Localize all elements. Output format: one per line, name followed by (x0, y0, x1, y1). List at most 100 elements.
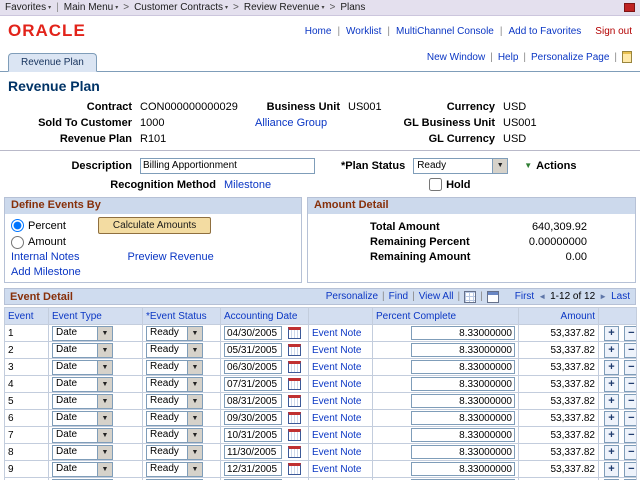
delete-row-button[interactable]: − (624, 394, 637, 409)
event-type-select[interactable]: Date ▼ (52, 428, 113, 443)
event-type-select[interactable]: Date ▼ (52, 462, 113, 477)
delete-row-button[interactable]: − (624, 411, 637, 426)
new-window-link[interactable]: New Window (427, 52, 485, 63)
zoom-grid-icon[interactable] (487, 291, 499, 303)
percent-complete-input[interactable] (411, 411, 515, 425)
calculate-amounts-button[interactable]: Calculate Amounts (98, 217, 211, 234)
accounting-date-input[interactable] (224, 445, 282, 459)
add-row-button[interactable]: + (604, 343, 619, 358)
add-row-button[interactable]: + (604, 394, 619, 409)
view-all-link[interactable]: View All (419, 291, 454, 302)
delete-row-button[interactable]: − (624, 428, 637, 443)
event-status-select[interactable]: Ready ▼ (146, 343, 203, 358)
event-note-link[interactable]: Event Note (312, 413, 361, 424)
tab-revenue-plan[interactable]: Revenue Plan (8, 53, 97, 72)
nav-home-link[interactable]: Home (305, 26, 332, 37)
column-accounting-date[interactable]: Accounting Date (221, 308, 309, 325)
calendar-icon[interactable] (288, 446, 301, 458)
add-milestone-link[interactable]: Add Milestone (11, 266, 81, 278)
menu-favorites[interactable]: Favorites ▾ (5, 2, 51, 13)
add-row-button[interactable]: + (604, 411, 619, 426)
help-link[interactable]: Help (498, 52, 519, 63)
calendar-icon[interactable] (288, 378, 301, 390)
add-row-button[interactable]: + (604, 428, 619, 443)
delete-row-button[interactable]: − (624, 377, 637, 392)
next-page-icon[interactable]: ► (599, 292, 607, 301)
alert-icon[interactable] (624, 3, 635, 12)
event-note-link[interactable]: Event Note (312, 362, 361, 373)
first-link[interactable]: First (515, 291, 534, 302)
calendar-icon[interactable] (288, 344, 301, 356)
event-type-select[interactable]: Date ▼ (52, 394, 113, 409)
personalize-page-link[interactable]: Personalize Page (531, 52, 609, 63)
calendar-icon[interactable] (288, 327, 301, 339)
add-row-button[interactable]: + (604, 462, 619, 477)
event-status-select[interactable]: Ready ▼ (146, 394, 203, 409)
event-type-select[interactable]: Date ▼ (52, 445, 113, 460)
percent-complete-input[interactable] (411, 343, 515, 357)
calendar-icon[interactable] (288, 429, 301, 441)
accounting-date-input[interactable] (224, 462, 282, 476)
description-input[interactable] (140, 158, 315, 174)
percent-complete-input[interactable] (411, 394, 515, 408)
download-to-excel-icon[interactable] (464, 291, 476, 303)
column-event-status[interactable]: *Event Status (143, 308, 221, 325)
actions-dropdown-icon[interactable]: ▼ (524, 161, 532, 170)
accounting-date-input[interactable] (224, 326, 282, 340)
personalize-link[interactable]: Personalize (326, 291, 378, 302)
menu-plans[interactable]: Plans (340, 2, 365, 13)
calendar-icon[interactable] (288, 395, 301, 407)
column-event[interactable]: Event (5, 308, 49, 325)
percent-complete-input[interactable] (411, 462, 515, 476)
event-type-select[interactable]: Date ▼ (52, 326, 113, 341)
nav-add-to-favorites-link[interactable]: Add to Favorites (508, 26, 581, 37)
event-status-select[interactable]: Ready ▼ (146, 462, 203, 477)
accounting-date-input[interactable] (224, 360, 282, 374)
delete-row-button[interactable]: − (624, 445, 637, 460)
percent-complete-input[interactable] (411, 445, 515, 459)
column-percent-complete[interactable]: Percent Complete (373, 308, 519, 325)
sign-out-link[interactable]: Sign out (595, 26, 632, 37)
event-note-link[interactable]: Event Note (312, 328, 361, 339)
nav-worklist-link[interactable]: Worklist (346, 26, 381, 37)
event-note-link[interactable]: Event Note (312, 430, 361, 441)
calendar-icon[interactable] (288, 361, 301, 373)
delete-row-button[interactable]: − (624, 360, 637, 375)
copy-url-icon[interactable] (622, 51, 632, 63)
percent-complete-input[interactable] (411, 377, 515, 391)
percent-complete-input[interactable] (411, 428, 515, 442)
event-type-select[interactable]: Date ▼ (52, 377, 113, 392)
event-type-select[interactable]: Date ▼ (52, 343, 113, 358)
event-note-link[interactable]: Event Note (312, 345, 361, 356)
add-row-button[interactable]: + (604, 326, 619, 341)
recognition-method-link[interactable]: Milestone (224, 179, 271, 191)
menu-review-revenue[interactable]: Review Revenue ▾ (244, 2, 325, 13)
add-row-button[interactable]: + (604, 360, 619, 375)
preview-revenue-link[interactable]: Preview Revenue (127, 251, 213, 263)
event-note-link[interactable]: Event Note (312, 464, 361, 475)
accounting-date-input[interactable] (224, 394, 282, 408)
add-row-button[interactable]: + (604, 445, 619, 460)
accounting-date-input[interactable] (224, 343, 282, 357)
calendar-icon[interactable] (288, 463, 301, 475)
event-status-select[interactable]: Ready ▼ (146, 411, 203, 426)
column-amount[interactable]: Amount (519, 308, 599, 325)
add-row-button[interactable]: + (604, 377, 619, 392)
event-type-select[interactable]: Date ▼ (52, 411, 113, 426)
event-note-link[interactable]: Event Note (312, 396, 361, 407)
plan-status-select[interactable]: Ready ▼ (413, 158, 508, 174)
event-status-select[interactable]: Ready ▼ (146, 377, 203, 392)
accounting-date-input[interactable] (224, 411, 282, 425)
hold-checkbox[interactable] (429, 178, 442, 191)
customer-name-link[interactable]: Alliance Group (255, 117, 327, 129)
accounting-date-input[interactable] (224, 428, 282, 442)
menu-main-menu[interactable]: Main Menu ▾ (64, 2, 118, 13)
event-status-select[interactable]: Ready ▼ (146, 428, 203, 443)
event-note-link[interactable]: Event Note (312, 379, 361, 390)
event-status-select[interactable]: Ready ▼ (146, 326, 203, 341)
event-status-select[interactable]: Ready ▼ (146, 360, 203, 375)
menu-customer-contracts[interactable]: Customer Contracts ▾ (134, 2, 228, 13)
percent-radio[interactable] (11, 219, 24, 232)
percent-complete-input[interactable] (411, 360, 515, 374)
delete-row-button[interactable]: − (624, 326, 637, 341)
